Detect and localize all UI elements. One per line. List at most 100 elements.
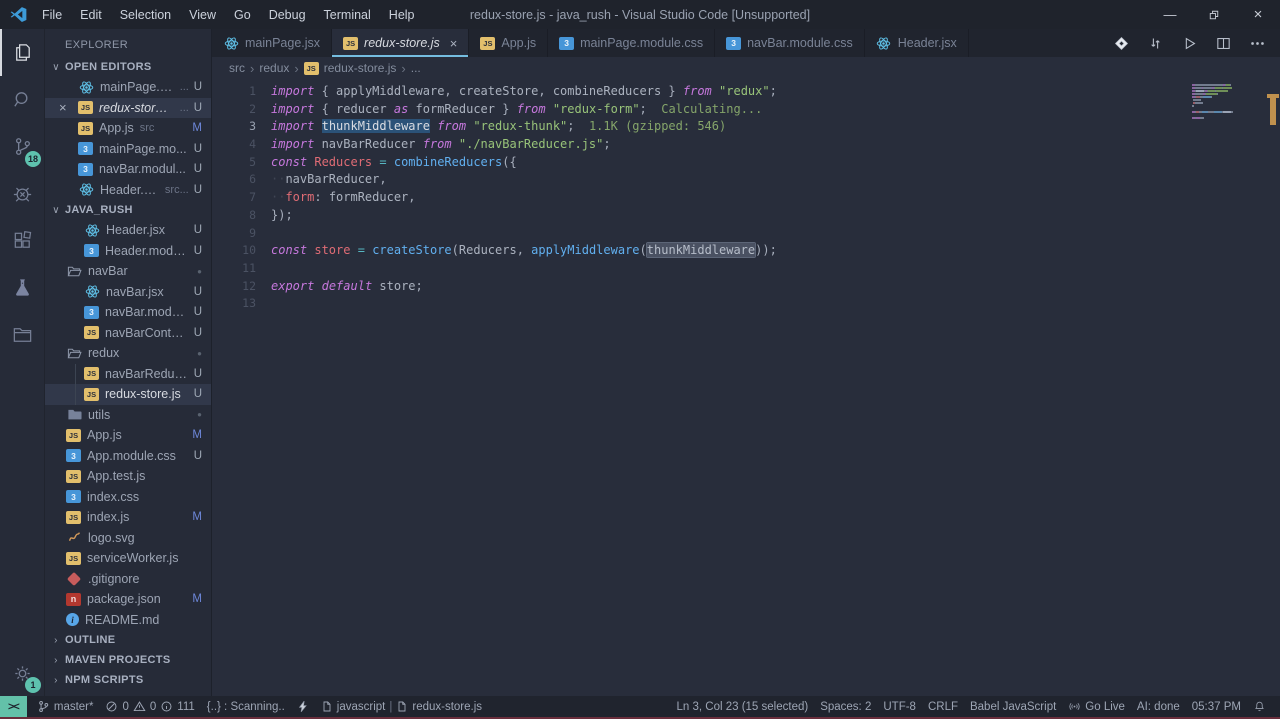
breadcrumb-item-redux[interactable]: redux — [259, 61, 289, 75]
line-number: 1 — [249, 84, 256, 98]
activity-testing[interactable] — [0, 264, 44, 311]
tab-header-jsx[interactable]: Header.jsx — [865, 29, 969, 57]
eol-status[interactable]: CRLF — [922, 701, 964, 713]
code-line-6[interactable]: 6 ··navBarReducer, — [212, 171, 1280, 189]
menu-file[interactable]: File — [33, 0, 71, 29]
tree-item-navbar-jsx[interactable]: navBar.jsx U — [45, 282, 211, 303]
tree-item-redux-store-js[interactable]: JS redux-store.js U — [45, 384, 211, 405]
sync-changes-icon[interactable] — [1147, 35, 1164, 52]
tree-item-header-jsx[interactable]: Header.jsx U — [45, 220, 211, 241]
open-editor-mainpage-jsx[interactable]: mainPage.jsx... U — [45, 77, 211, 98]
problems-status[interactable]: 0 0 111 — [99, 700, 200, 713]
overview-ruler[interactable] — [1266, 79, 1280, 696]
tree-item-utils[interactable]: utils ● — [45, 405, 211, 426]
menu-terminal[interactable]: Terminal — [315, 0, 380, 29]
tree-item-logo-svg[interactable]: logo.svg — [45, 528, 211, 549]
encoding-status[interactable]: UTF-8 — [877, 701, 922, 713]
code-line-11[interactable]: 11 — [212, 260, 1280, 278]
tree-item-readme-md[interactable]: i README.md — [45, 610, 211, 631]
open-editor-navbar-modul[interactable]: 3 navBar.modul... U — [45, 159, 211, 180]
tab-redux-store-js[interactable]: JS redux-store.js × — [332, 29, 470, 57]
tree-item-app-module-css[interactable]: 3 App.module.css U — [45, 446, 211, 467]
run-button[interactable] — [1181, 35, 1198, 52]
tree-item-app-test-js[interactable]: JS App.test.js — [45, 466, 211, 487]
menu-go[interactable]: Go — [225, 0, 260, 29]
split-editor-button[interactable] — [1215, 35, 1232, 52]
notifications-button[interactable] — [1247, 700, 1272, 713]
settings-gear[interactable]: 1 — [0, 650, 44, 696]
scanning-status[interactable]: {..} : Scanning.. — [201, 701, 291, 713]
open-editor-app-js[interactable]: JS App.js src M — [45, 118, 211, 139]
minimize-button[interactable]: — — [1148, 0, 1192, 29]
tree-item-navbar[interactable]: navBar ● — [45, 261, 211, 282]
cursor-position[interactable]: Ln 3, Col 23 (15 selected) — [671, 701, 815, 713]
menu-help[interactable]: Help — [380, 0, 424, 29]
code-line-12[interactable]: 12 export default store; — [212, 278, 1280, 296]
tree-item-index-js[interactable]: JS index.js M — [45, 507, 211, 528]
menu-edit[interactable]: Edit — [71, 0, 111, 29]
breadcrumb-item-item[interactable]: ... — [411, 61, 421, 75]
code-line-8[interactable]: 8}); — [212, 207, 1280, 225]
breadcrumb-item-src[interactable]: src — [229, 61, 245, 75]
code-line-7[interactable]: 7 ··form: formReducer, — [212, 189, 1280, 207]
section-outline[interactable]: › OUTLINE — [45, 630, 211, 650]
activity-extensions[interactable] — [0, 217, 44, 264]
close-icon[interactable]: × — [59, 101, 78, 114]
tree-item-gitignore[interactable]: .gitignore — [45, 569, 211, 590]
code-line-5[interactable]: 5 const Reducers = combineReducers({ — [212, 154, 1280, 172]
activity-source-control[interactable]: 18 — [0, 123, 44, 170]
tree-item-serviceworker-js[interactable]: JS serviceWorker.js — [45, 548, 211, 569]
tree-item-navbar-modul[interactable]: 3 navBar.modul... U — [45, 302, 211, 323]
open-editors-header[interactable]: ∨ OPEN EDITORS — [45, 57, 211, 77]
code-line-13[interactable]: 13 — [212, 295, 1280, 313]
close-window-button[interactable]: × — [1236, 0, 1280, 29]
line-number: 7 — [249, 190, 256, 205]
open-editor-mainpage-mo[interactable]: 3 mainPage.mo... U — [45, 139, 211, 160]
code-line-10[interactable]: 10 const store = createStore(Reducers, ap… — [212, 242, 1280, 260]
close-icon[interactable]: × — [450, 36, 458, 51]
open-editor-redux-store-js[interactable]: × JS redux-store.js... U — [45, 97, 211, 118]
project-header[interactable]: ∨ JAVA_RUSH — [45, 200, 211, 220]
tree-item-navbarreducer[interactable]: JSnavBarReducer...U — [45, 363, 211, 384]
tree-item-navbarcontai[interactable]: JS navBarContai... U — [45, 323, 211, 344]
tree-item-package-json[interactable]: n package.json M — [45, 589, 211, 610]
breadcrumb-item-redux-store-js[interactable]: JS redux-store.js — [303, 61, 396, 75]
language-mode[interactable]: Babel JavaScript — [964, 701, 1062, 713]
remote-indicator[interactable]: >< — [0, 696, 27, 717]
section-npm-scripts[interactable]: › NPM SCRIPTS — [45, 670, 211, 690]
section-maven-projects[interactable]: › MAVEN PROJECTS — [45, 650, 211, 670]
code-line-4[interactable]: 4 import navBarReducer from "./navBarRedu… — [212, 136, 1280, 154]
tab-navbar-module-css[interactable]: 3 navBar.module.css — [715, 29, 865, 57]
tree-item-app-js[interactable]: JS App.js M — [45, 425, 211, 446]
prettier-icon[interactable] — [1113, 35, 1130, 52]
highlight-language-status[interactable]: javascript | redux-store.js — [315, 700, 488, 713]
activity-debug[interactable] — [0, 170, 44, 217]
minimap[interactable] — [1192, 84, 1264, 123]
code-line-2[interactable]: 2 import { reducer as formReducer } from … — [212, 101, 1280, 119]
code-line-1[interactable]: 1 import { applyMiddleware, createStore, … — [212, 83, 1280, 101]
more-actions-button[interactable] — [1249, 35, 1266, 52]
tree-item-index-css[interactable]: 3 index.css — [45, 487, 211, 508]
indentation-status[interactable]: Spaces: 2 — [814, 701, 877, 713]
clock-status[interactable]: 05:37 PM — [1186, 701, 1247, 713]
ai-status[interactable]: AI: done — [1131, 701, 1186, 713]
tab-app-js[interactable]: JS App.js — [469, 29, 549, 57]
activity-search[interactable] — [0, 76, 44, 123]
go-live-button[interactable]: Go Live — [1062, 700, 1131, 713]
menu-view[interactable]: View — [180, 0, 225, 29]
css-file-icon: 3 — [559, 36, 575, 50]
menu-selection[interactable]: Selection — [111, 0, 180, 29]
activity-explorer[interactable] — [0, 29, 44, 76]
restore-button[interactable] — [1192, 0, 1236, 29]
activity-project-manager[interactable] — [0, 311, 44, 358]
tab-mainpage-jsx[interactable]: mainPage.jsx — [212, 29, 333, 57]
code-line-9[interactable]: 9 — [212, 225, 1280, 243]
git-branch-status[interactable]: master* — [31, 700, 100, 713]
bolt-status[interactable] — [291, 700, 315, 713]
code-line-3[interactable]: 3 import thunkMiddleware from "redux-thun… — [212, 118, 1280, 136]
open-editor-header-jsx[interactable]: Header.jsx src... U — [45, 180, 211, 201]
menu-debug[interactable]: Debug — [260, 0, 315, 29]
tree-item-redux[interactable]: redux ● — [45, 343, 211, 364]
tree-item-header-modu[interactable]: 3 Header.modu... U — [45, 241, 211, 262]
tab-mainpage-module-css[interactable]: 3 mainPage.module.css — [548, 29, 716, 57]
